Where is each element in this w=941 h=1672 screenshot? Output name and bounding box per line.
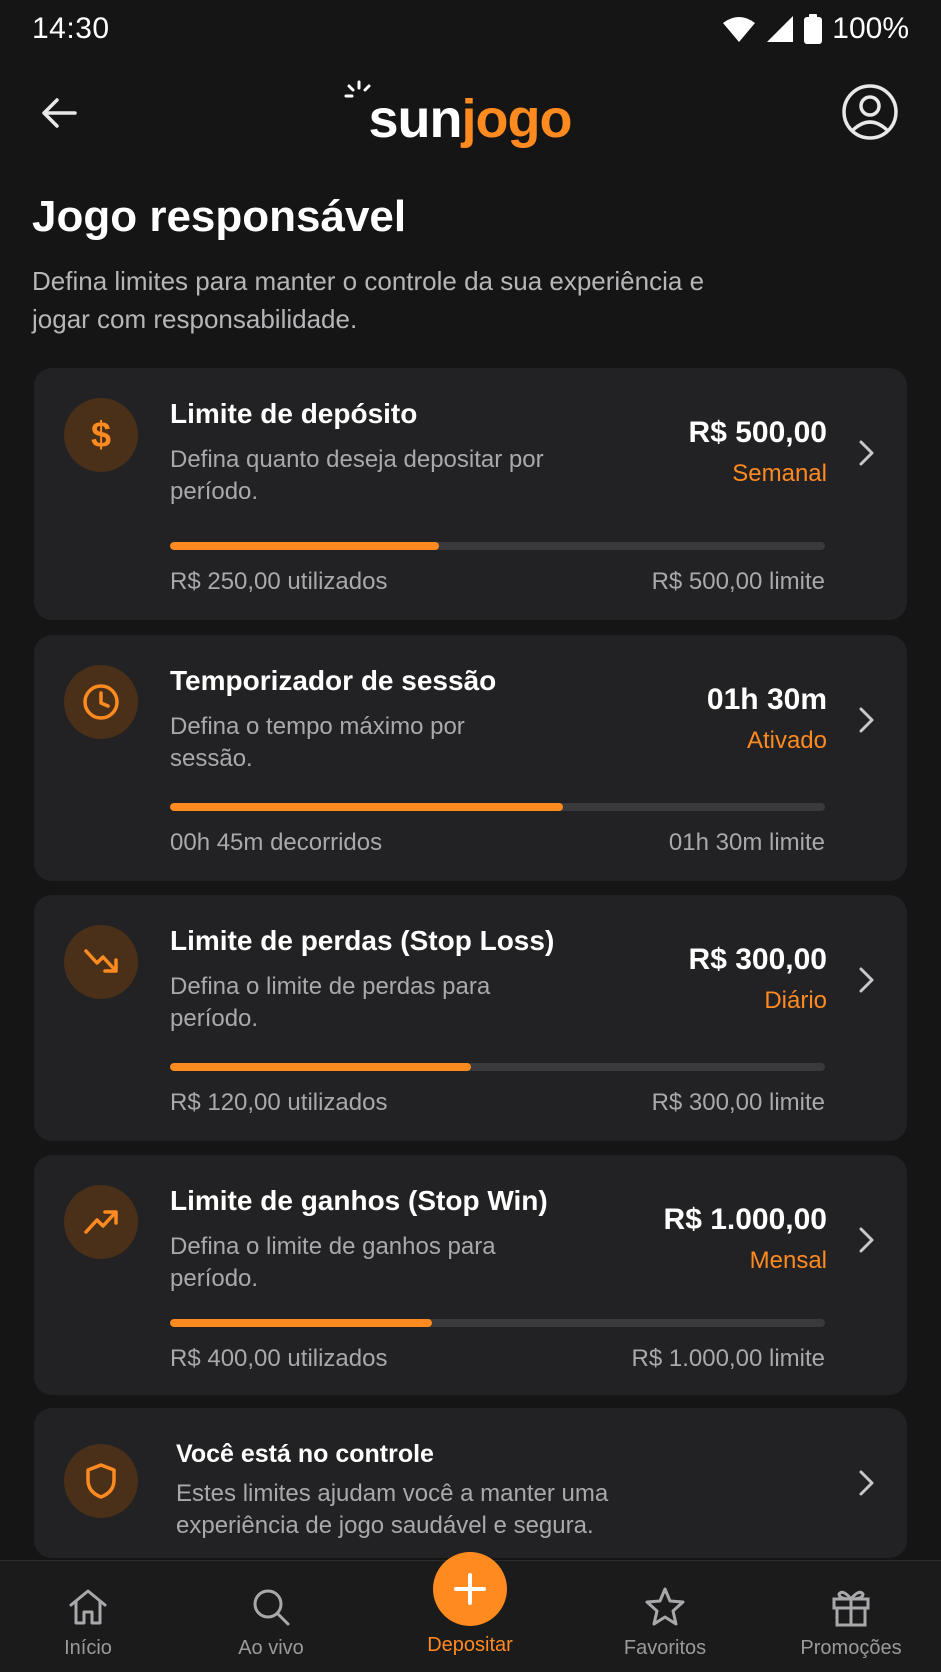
profile-button[interactable] xyxy=(840,82,900,142)
nav-item-inicio[interactable]: Início xyxy=(13,1561,163,1672)
info-title: Você está no controle xyxy=(176,1440,434,1468)
logo-text-sun: sun xyxy=(368,89,463,149)
nav-item-favoritos[interactable]: Favoritos xyxy=(590,1561,740,1672)
progress-used-text: 00h 45m decorridos xyxy=(170,829,383,856)
shield-icon xyxy=(86,1463,116,1499)
progress-fill xyxy=(170,1319,432,1327)
card-icon-wrapper xyxy=(64,1444,138,1518)
logo-text-jogo: jogo xyxy=(461,89,573,149)
page-subtitle: Defina limites para manter o controle da… xyxy=(32,266,705,334)
progress-limit-text: 01h 30m limite xyxy=(668,829,825,856)
svg-text:$: $ xyxy=(91,415,111,455)
card-value: R$ 1.000,00 xyxy=(663,1203,827,1236)
card-title: Limite de ganhos (Stop Win) xyxy=(170,1185,548,1216)
chevron-right-icon[interactable] xyxy=(851,705,881,735)
progress-fill xyxy=(170,542,439,550)
card-icon-wrapper xyxy=(64,665,138,739)
card-title: Limite de perdas (Stop Loss) xyxy=(170,925,555,956)
card-period: Mensal xyxy=(749,1247,827,1274)
card-value: R$ 300,00 xyxy=(688,943,827,976)
dollar-icon: $ xyxy=(91,415,111,455)
page-title: Jogo responsável xyxy=(32,192,407,241)
card-period: Ativado xyxy=(746,727,827,754)
status-time: 14:30 xyxy=(32,12,110,45)
progress-bar xyxy=(170,1063,825,1071)
card-description: Defina o tempo máximo por sessão. xyxy=(170,713,465,772)
card-value: R$ 500,00 xyxy=(688,416,827,449)
progress-bar xyxy=(170,542,825,550)
nav-label: Favoritos xyxy=(623,1637,707,1659)
nav-label-depositar[interactable]: Depositar xyxy=(395,1634,545,1657)
card-icon-wrapper xyxy=(64,1185,138,1259)
card-value: 01h 30m xyxy=(706,683,827,716)
chevron-right-icon[interactable] xyxy=(851,1468,881,1498)
nav-label: Promoções xyxy=(800,1637,902,1659)
deposit-limit-card[interactable]: $ Limite de depósito Defina quanto desej… xyxy=(34,368,907,620)
info-description: Estes limites ajudam você a manter uma e… xyxy=(176,1480,609,1539)
home-icon xyxy=(64,1583,112,1631)
session-timer-card[interactable]: Temporizador de sessão Defina o tempo má… xyxy=(34,635,907,881)
logo-text: sunjogo xyxy=(368,89,573,152)
sun-rays-icon xyxy=(344,80,371,98)
trending-up-icon xyxy=(84,1210,118,1234)
back-button[interactable] xyxy=(34,88,84,138)
chevron-right-icon[interactable] xyxy=(851,438,881,468)
progress-used-text: R$ 400,00 utilizados xyxy=(170,1345,388,1372)
card-period: Diário xyxy=(764,987,827,1014)
progress-used-text: R$ 250,00 utilizados xyxy=(170,568,388,595)
card-period: Semanal xyxy=(732,460,827,487)
gift-icon xyxy=(827,1583,875,1631)
clock-icon xyxy=(83,684,119,720)
wifi-icon xyxy=(723,17,756,42)
status-bar: 14:30 100% xyxy=(0,0,941,58)
status-icons: 100% xyxy=(722,12,909,46)
progress-used-text: R$ 120,00 utilizados xyxy=(170,1089,388,1116)
nav-item-ao-vivo[interactable]: Ao vivo xyxy=(196,1561,346,1672)
stop-loss-card[interactable]: Limite de perdas (Stop Loss) Defina o li… xyxy=(34,895,907,1141)
card-description: Defina o limite de ganhos para período. xyxy=(170,1233,496,1292)
sunjogo-logo[interactable]: sunjogo xyxy=(340,76,600,152)
app-header: sunjogo xyxy=(0,70,941,154)
plus-icon xyxy=(454,1573,486,1605)
stop-win-card[interactable]: Limite de ganhos (Stop Win) Defina o lim… xyxy=(34,1155,907,1395)
arrow-left-icon xyxy=(42,98,77,128)
battery-percent: 100% xyxy=(832,12,909,45)
card-icon-wrapper: $ xyxy=(64,398,138,472)
card-title: Temporizador de sessão xyxy=(170,665,497,696)
progress-fill xyxy=(170,803,563,811)
battery-icon xyxy=(804,14,823,44)
chevron-right-icon[interactable] xyxy=(851,1225,881,1255)
trending-down-icon xyxy=(84,949,118,973)
card-description: Defina quanto deseja depositar por perío… xyxy=(170,446,544,505)
star-icon xyxy=(641,1583,689,1631)
nav-item-promocoes[interactable]: Promoções xyxy=(776,1561,926,1672)
progress-fill xyxy=(170,1063,472,1071)
progress-bar xyxy=(170,1319,825,1327)
chevron-right-icon[interactable] xyxy=(851,965,881,995)
search-icon xyxy=(247,1583,295,1631)
card-description: Defina o limite de perdas para período. xyxy=(170,973,491,1032)
card-icon-wrapper xyxy=(64,925,138,999)
in-control-card[interactable]: Você está no controle Estes limites ajud… xyxy=(34,1408,907,1558)
progress-limit-text: R$ 1.000,00 limite xyxy=(631,1345,825,1372)
deposit-button[interactable] xyxy=(433,1552,507,1626)
user-circle-icon xyxy=(842,84,898,140)
progress-bar xyxy=(170,803,825,811)
card-title: Limite de depósito xyxy=(170,398,418,429)
nav-label: Ao vivo xyxy=(238,1637,304,1659)
signal-icon xyxy=(767,16,794,42)
nav-label: Início xyxy=(64,1637,112,1659)
progress-limit-text: R$ 300,00 limite xyxy=(651,1089,825,1116)
progress-limit-text: R$ 500,00 limite xyxy=(651,568,825,595)
